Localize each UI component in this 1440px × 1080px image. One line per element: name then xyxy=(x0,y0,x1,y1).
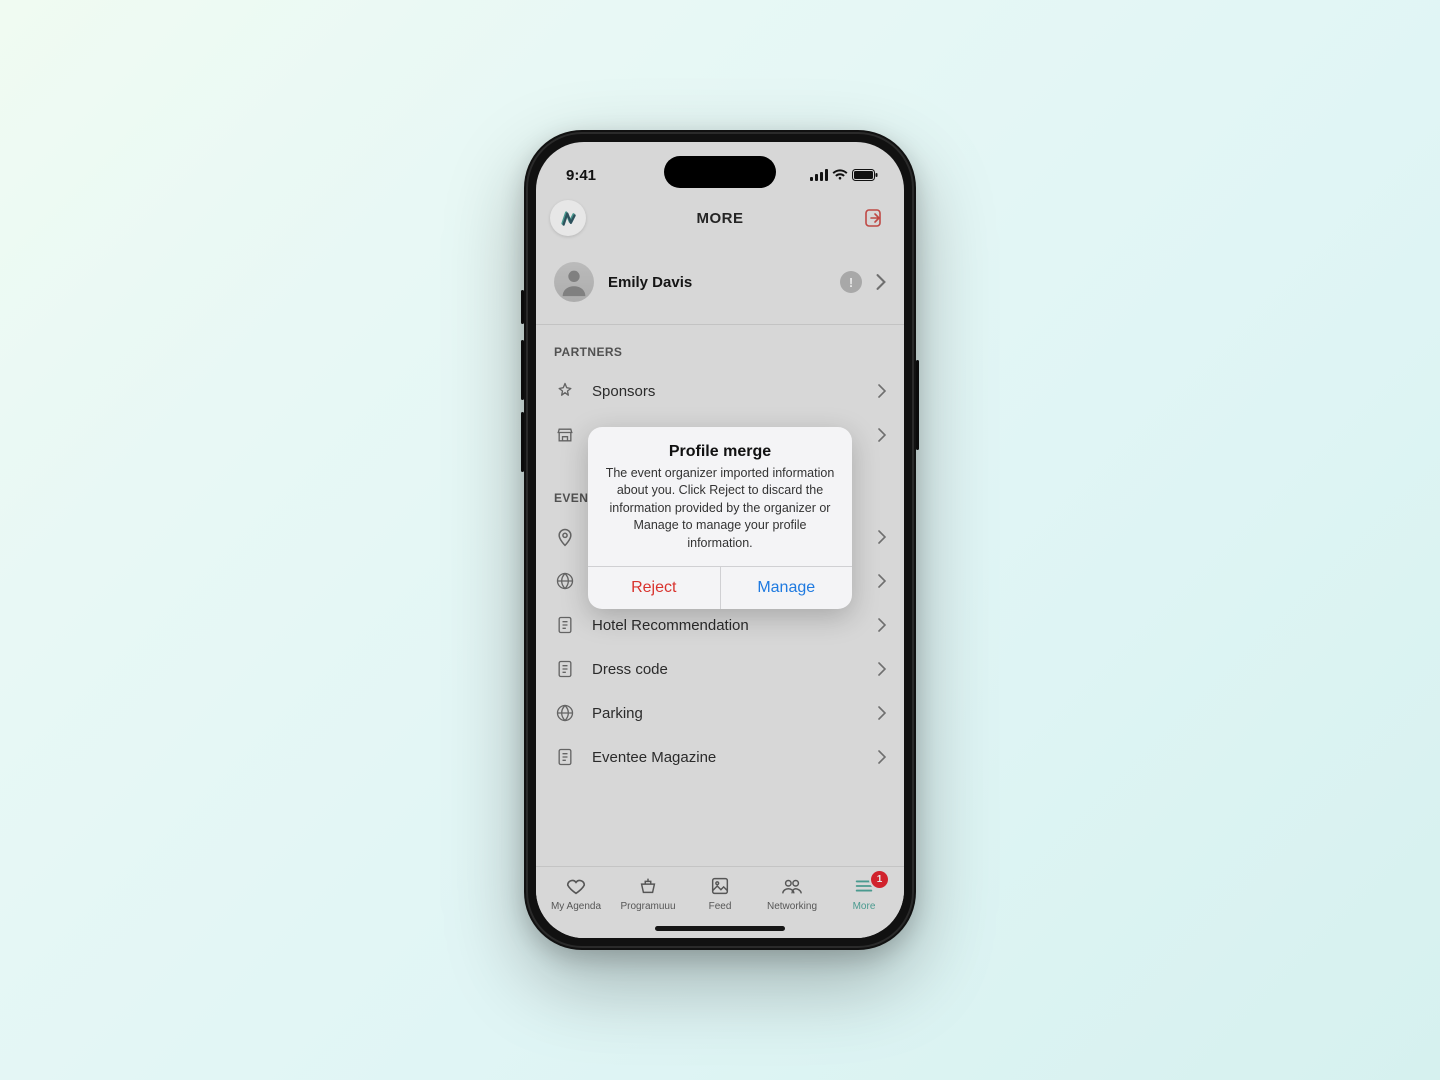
profile-merge-dialog: Profile merge The event organizer import… xyxy=(588,427,852,610)
status-time: 9:41 xyxy=(566,167,596,184)
stage: 9:41 xyxy=(0,0,1440,1080)
dynamic-island xyxy=(664,156,776,188)
dialog-actions: Reject Manage xyxy=(588,566,852,609)
dialog-title: Profile merge xyxy=(602,443,838,461)
battery-icon xyxy=(852,169,878,181)
manage-button[interactable]: Manage xyxy=(721,567,853,609)
reject-button[interactable]: Reject xyxy=(588,567,721,609)
phone-side-button xyxy=(521,412,524,472)
phone-side-button xyxy=(521,340,524,400)
dialog-body: Profile merge The event organizer import… xyxy=(588,427,852,567)
wifi-icon xyxy=(832,169,848,181)
phone-power-button xyxy=(916,360,919,450)
phone-frame: 9:41 xyxy=(524,130,916,950)
status-right xyxy=(810,169,878,181)
dialog-message: The event organizer imported information… xyxy=(602,465,838,553)
screen: 9:41 xyxy=(536,142,904,938)
phone-side-button xyxy=(521,290,524,324)
cellular-icon xyxy=(810,169,828,181)
modal-overlay: Profile merge The event organizer import… xyxy=(536,142,904,938)
